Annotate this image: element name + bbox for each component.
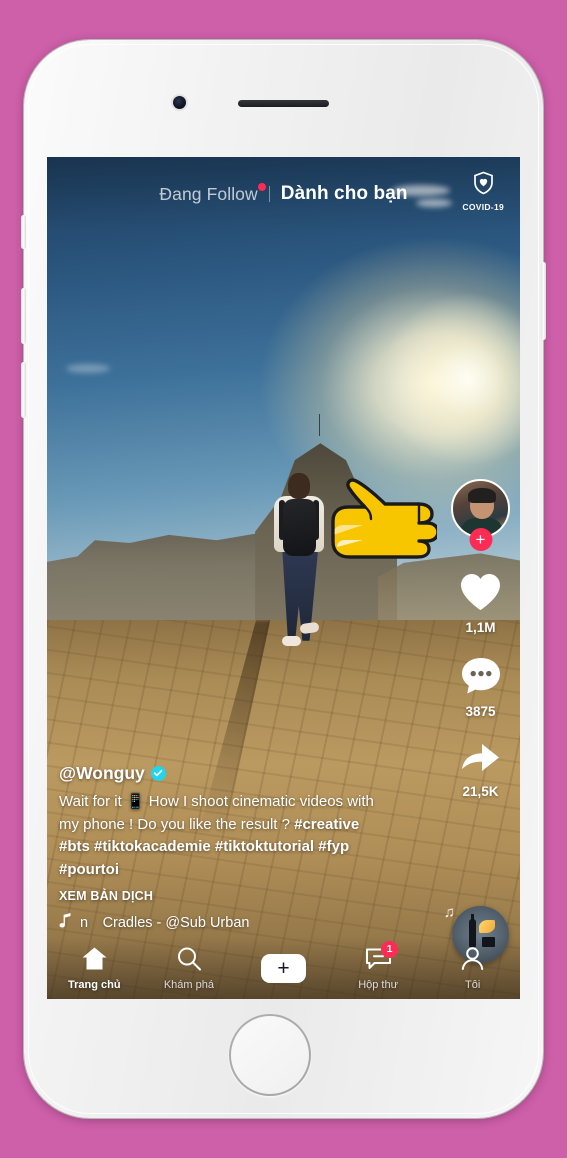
caption-hashtag[interactable]: #creative [294,816,359,833]
tab-divider [268,186,270,202]
video-feed-screen[interactable]: Đang Follow Dành cho bạn COVID-19 + 1,1M… [47,157,520,999]
caption-block: @Wonguy Wait for it 📱 How I shoot cinema… [59,763,455,933]
nav-item-profile[interactable]: Tôi [436,946,510,991]
front-camera-icon [173,96,186,109]
person-backpack [283,498,317,556]
nav-label-inbox: Hộp thư [358,978,398,991]
nav-item-home[interactable]: Trang chủ [57,946,131,991]
action-rail: + 1,1M 3875 21,5K [451,479,510,819]
sun-flare [378,289,520,470]
music-note-floating-icon: ♫ [443,904,455,921]
music-note-icon [59,912,72,933]
inbox-badge: 1 [381,940,399,958]
follow-button[interactable]: + [469,528,492,551]
home-button[interactable] [229,1014,311,1096]
search-icon [176,946,202,976]
create-cyan-edge [256,953,269,983]
person-shoe-right [299,621,320,635]
pointing-hand-right-emoji-icon [319,477,440,569]
following-notification-dot [257,182,266,191]
caption-hashtag[interactable]: #pourtoi [59,861,119,878]
home-icon [81,946,108,976]
phone-device: Đang Follow Dành cho bạn COVID-19 + 1,1M… [21,40,546,1118]
create-button[interactable]: + [256,953,310,983]
share-count: 21,5K [462,784,499,799]
verified-badge-icon [150,765,166,781]
nav-item-discover[interactable]: Khám phá [152,946,226,991]
author-row[interactable]: @Wonguy [59,763,389,784]
translate-link[interactable]: XEM BẢN DỊCH [59,889,389,903]
person-head [288,472,311,499]
nav-label-home: Trang chủ [68,978,121,991]
flag-pole [318,413,321,436]
music-title: n Cradles - @Sub Urban [80,914,250,931]
nav-label-discover: Khám phá [163,978,214,991]
top-navigation-bar: Đang Follow Dành cho bạn COVID-19 [47,157,520,231]
earpiece-speaker [238,100,329,107]
comment-count: 3875 [465,704,496,719]
comment-bubble-icon [459,655,503,702]
author-avatar-block[interactable]: + [451,479,510,551]
cloud-shape [65,364,110,374]
bottom-navigation-bar: Trang chủ Khám phá + 1 Hộp thư Tôi [47,937,520,999]
caption-hashtag[interactable]: #tiktoktutorial [215,838,314,855]
tab-foryou[interactable]: Dành cho bạn [281,183,408,205]
nav-item-create[interactable]: + [246,953,320,983]
heart-icon [458,571,503,618]
tab-following[interactable]: Đang Follow [159,182,266,205]
plus-icon: + [475,530,486,549]
person-shoe-left [282,635,302,646]
covid-info-button[interactable]: COVID-19 [462,171,504,212]
feed-tabs: Đang Follow Dành cho bạn [159,182,408,205]
volume-down-button[interactable] [21,362,26,418]
caption-text[interactable]: Wait for it 📱 How I shoot cinematic vide… [59,791,389,882]
share-arrow-icon [458,739,503,782]
caption-hashtag[interactable]: #tiktokacademie [94,838,211,855]
create-plus-icon: + [277,956,290,980]
like-button[interactable]: 1,1M [458,571,503,635]
covid-label: COVID-19 [462,202,504,212]
share-button[interactable]: 21,5K [458,739,503,799]
caption-hashtag[interactable]: #fyp [318,838,349,855]
silent-switch-button[interactable] [21,215,26,249]
disc-art-detail [479,920,495,933]
music-row[interactable]: n Cradles - @Sub Urban ♫ [59,904,455,933]
power-button[interactable] [541,262,546,340]
tab-following-label: Đang Follow [159,183,258,204]
comment-button[interactable]: 3875 [459,655,503,719]
avatar-hair [468,488,496,503]
volume-up-button[interactable] [21,288,26,344]
like-count: 1,1M [465,620,496,635]
shield-heart-icon [473,171,494,200]
nav-item-inbox[interactable]: 1 Hộp thư [341,940,415,991]
create-pink-edge [297,953,310,983]
profile-person-icon [460,946,485,976]
caption-hashtag[interactable]: #bts [59,838,90,855]
author-handle[interactable]: @Wonguy [59,763,145,784]
nav-label-profile: Tôi [465,978,481,991]
